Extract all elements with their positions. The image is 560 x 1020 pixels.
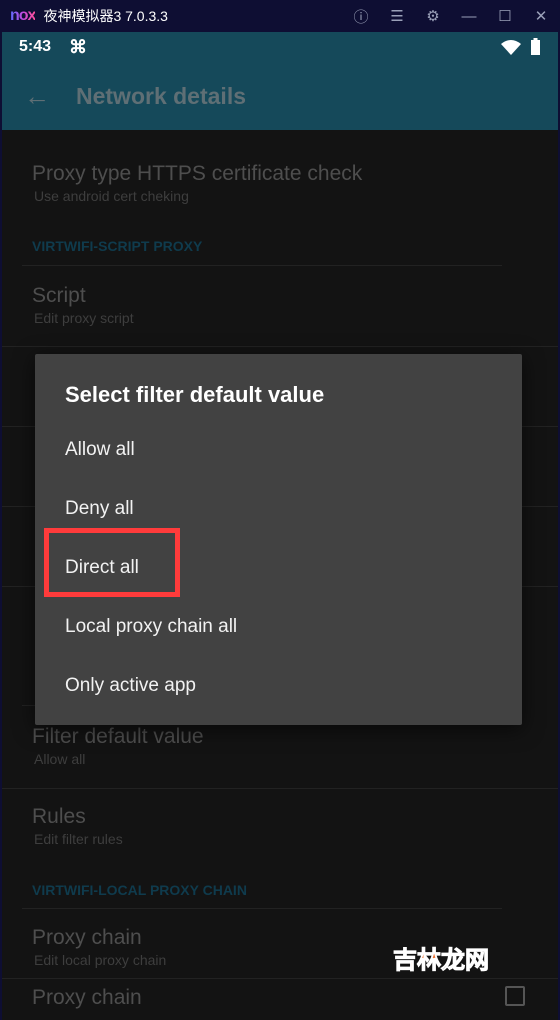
option-deny-all[interactable]: Deny all [65,498,134,520]
item-title: Proxy type HTTPS certificate check [32,162,363,185]
divider [2,978,558,979]
section-header: VIRTWIFI-LOCAL PROXY CHAIN [32,882,247,898]
list-item-proxy-chain[interactable]: Proxy chain Edit local proxy chain [32,926,166,968]
highlight-box [44,528,180,597]
item-title: Filter default value [32,725,204,748]
list-item-proxy-type[interactable]: Proxy type HTTPS certificate check Use an… [32,162,362,204]
list-item-script[interactable]: Script Edit proxy script [32,284,134,326]
minimize-icon[interactable]: — [458,8,480,25]
status-bar: 5:43 ⌘ [2,32,558,62]
option-allow-all[interactable]: Allow all [65,439,135,461]
list-item-rules[interactable]: Rules Edit filter rules [32,805,123,847]
item-title: Rules [32,805,86,828]
section-header: VIRTWIFI-SCRIPT PROXY [32,238,203,254]
item-subtitle: Edit local proxy chain [34,952,167,968]
divider [2,788,558,789]
wifi-icon [501,39,521,55]
window-title-bar: nox 夜神模拟器3 7.0.3.3 ⓘ ☰ ⚙ — ☐ ✕ [0,0,560,32]
list-item-filter-default[interactable]: Filter default value Allow all [32,725,204,767]
app-toolbar: ← Network details [2,62,558,130]
app-title: 夜神模拟器3 7.0.3.3 [43,8,168,24]
battery-icon [531,38,540,55]
gear-icon[interactable]: ⚙ [422,7,444,25]
item-title: Proxy chain [32,986,142,1009]
list-item-proxy-chain-toggle[interactable]: Proxy chain [32,986,142,1010]
status-time: 5:43 [19,38,52,55]
help-icon[interactable]: ⓘ [350,6,372,27]
checkbox[interactable] [505,986,525,1006]
page-title: Network details [76,82,246,109]
divider [22,265,502,266]
option-local-proxy-chain-all[interactable]: Local proxy chain all [65,616,237,638]
close-icon[interactable]: ✕ [530,7,552,25]
item-subtitle: Use android cert cheking [34,188,189,204]
dialog-title: Select filter default value [65,382,325,407]
divider [22,908,502,909]
option-only-active-app[interactable]: Only active app [65,675,196,697]
command-icon: ⌘ [69,36,88,57]
menu-icon[interactable]: ☰ [386,7,408,25]
android-screen: 5:43 ⌘ ← Network details Proxy type HTTP… [2,32,558,1020]
watermark: 吉林龙网 [393,947,490,975]
nox-logo: nox [10,7,36,24]
item-title: Proxy chain [32,926,142,949]
item-title: Script [32,284,86,307]
divider [2,346,558,347]
arrow-left-icon[interactable]: ← [24,81,64,112]
maximize-icon[interactable]: ☐ [494,7,516,25]
item-subtitle: Allow all [34,751,86,767]
select-dialog: Select filter default value Allow all De… [35,354,522,725]
item-subtitle: Edit proxy script [34,310,134,326]
item-subtitle: Edit filter rules [34,831,123,847]
